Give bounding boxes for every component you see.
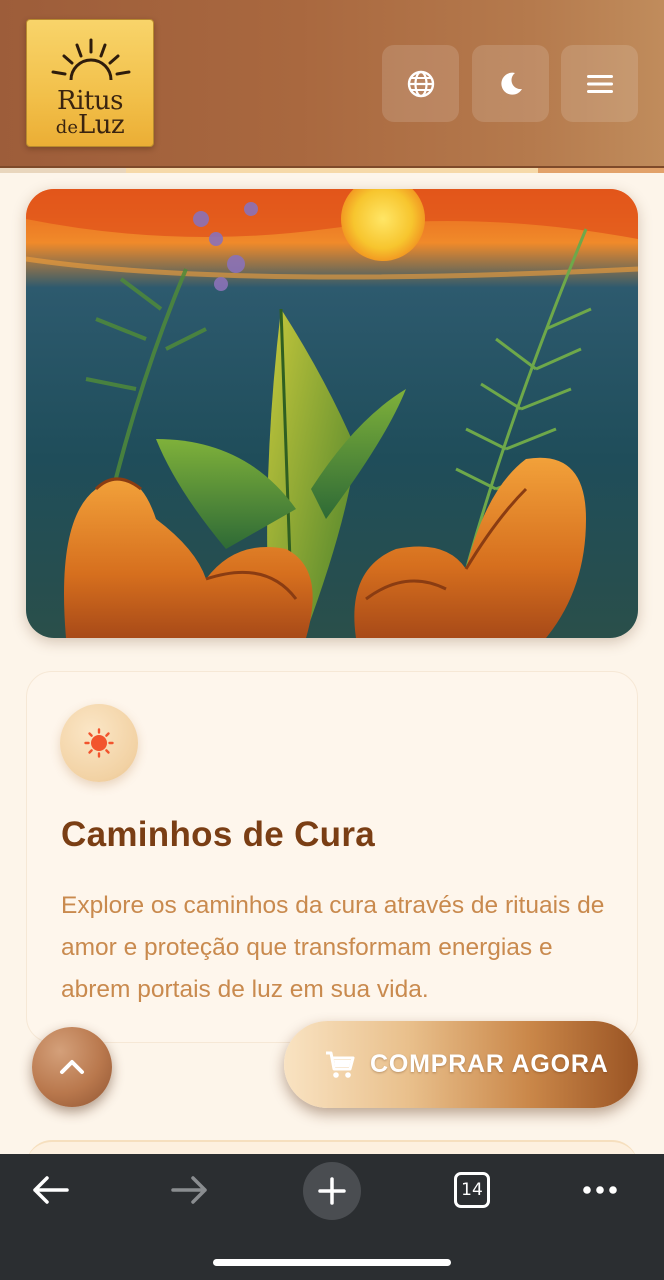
forward-arrow-icon [171,1176,207,1204]
home-indicator[interactable] [213,1259,451,1266]
back-arrow-icon [33,1176,69,1204]
buy-now-button[interactable]: COMPRAR AGORA [284,1021,638,1108]
browser-forward-button[interactable] [162,1162,218,1218]
browser-more-button[interactable] [572,1162,628,1218]
tabs-icon: 14 [454,1172,490,1208]
more-icon [583,1186,617,1194]
ritus-de-luz-logo[interactable]: Ritus deLuz [26,19,154,147]
hero-image [26,189,638,638]
card-title: Caminhos de Cura [61,815,376,854]
scroll-to-top-button[interactable] [32,1027,112,1107]
progress-segment-middle [126,168,538,173]
browser-tabs-button[interactable]: 14 [444,1162,500,1218]
logo-text-de-luz: deLuz [27,110,153,140]
browser-back-button[interactable] [22,1162,78,1218]
buy-now-label: COMPRAR AGORA [370,1050,609,1078]
progress-segment-left [0,168,126,173]
card-icon-badge [60,704,138,782]
moon-icon [500,72,522,95]
cart-icon [326,1051,355,1078]
logo-text-luz: Luz [77,110,125,140]
plus-icon [318,1177,346,1205]
hamburger-menu-icon [586,74,613,93]
sun-icon [84,728,114,758]
browser-new-tab-button[interactable] [303,1162,361,1220]
globe-icon [407,70,434,97]
herbs-in-hands-illustration [26,189,638,638]
chevron-up-icon [60,1060,84,1074]
logo-text-de: de [55,117,78,138]
sunrise-logo-icon [51,38,131,81]
menu-button[interactable] [561,45,638,122]
language-button[interactable] [382,45,459,122]
progress-segment-right [538,168,664,173]
app-header: Ritus deLuz [0,0,664,168]
healing-paths-card: Caminhos de Cura Explore os caminhos da … [26,671,638,1043]
card-description: Explore os caminhos da cura através de r… [61,892,605,1003]
theme-toggle-button[interactable] [472,45,549,122]
